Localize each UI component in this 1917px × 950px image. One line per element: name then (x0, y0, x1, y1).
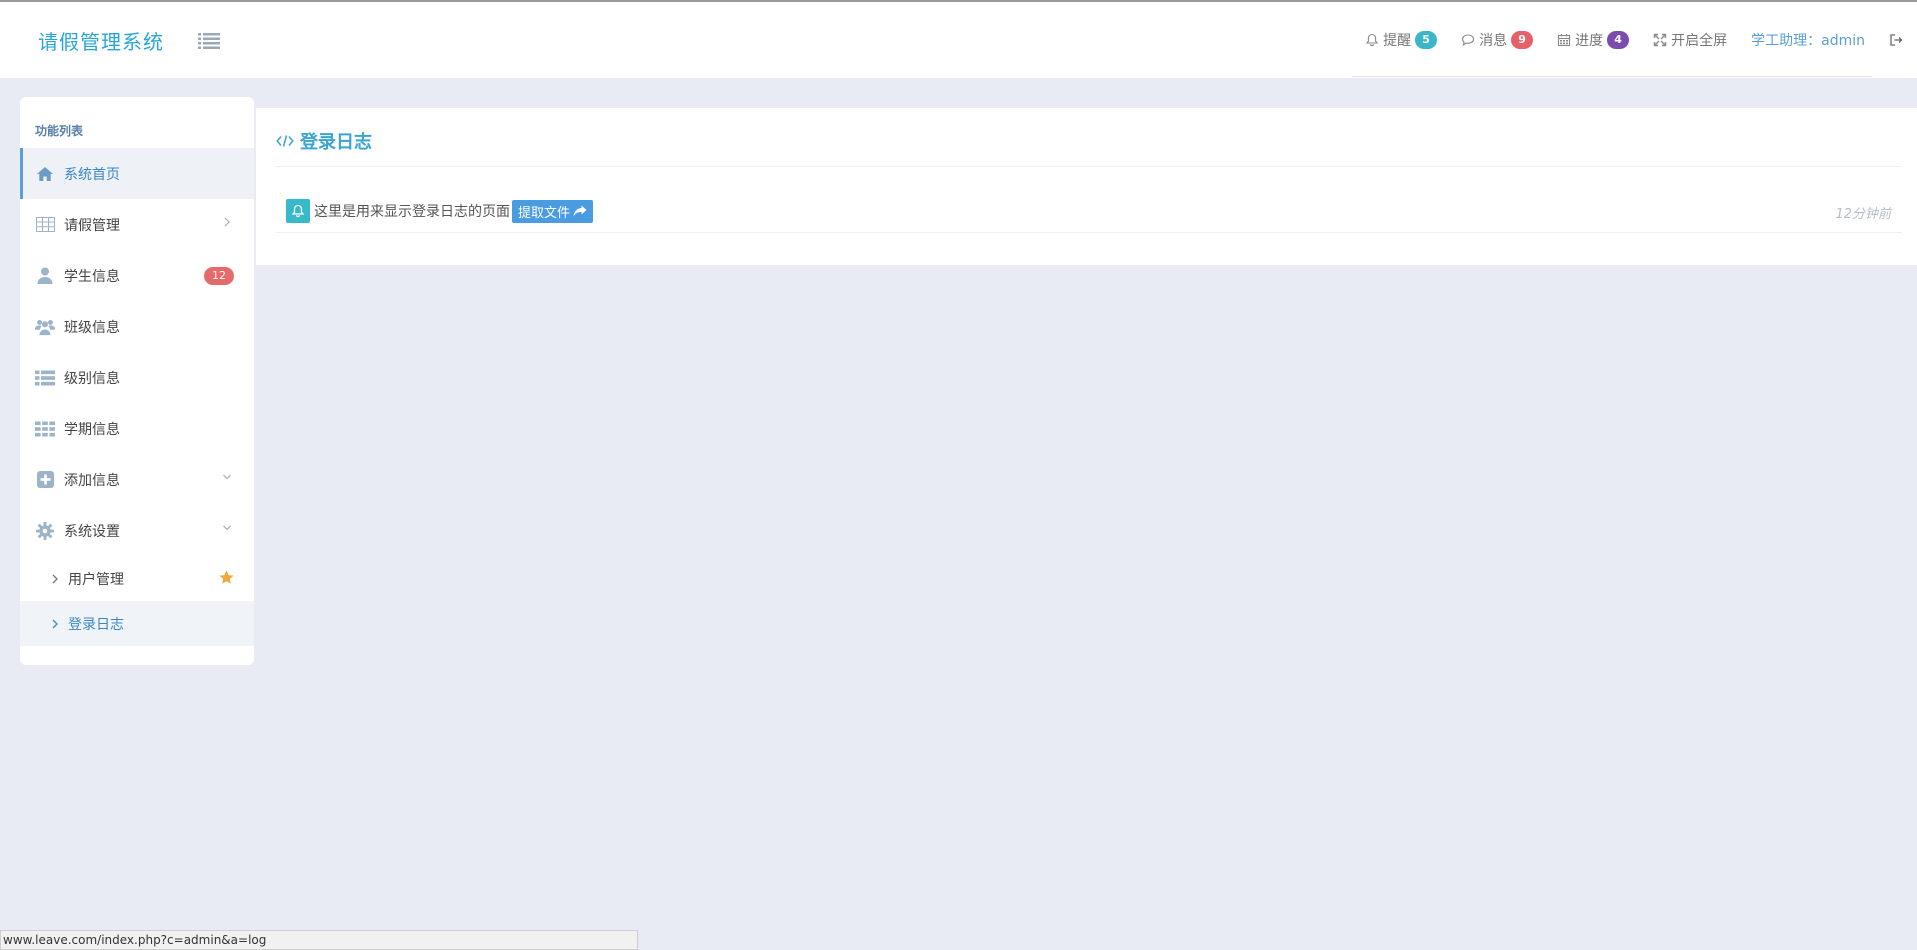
page-title: 登录日志 (276, 128, 372, 154)
progress-count-badge: 4 (1607, 31, 1630, 49)
sidebar-toggle-icon[interactable] (198, 32, 220, 50)
bell-icon (286, 199, 310, 223)
nav-remind[interactable]: 提醒 5 (1365, 30, 1438, 50)
divider (276, 232, 1902, 233)
sidebar-item-label: 级别信息 (64, 370, 120, 387)
share-icon (573, 205, 587, 217)
user-icon (35, 266, 55, 286)
calendar-icon (1558, 34, 1571, 47)
grid-icon (35, 419, 55, 439)
extract-file-button[interactable]: 提取文件 (512, 199, 594, 223)
chevron-right-icon (52, 619, 58, 628)
login-log-panel: 登录日志 这里是用来显示登录日志的页面 提取文件 12分钟前 (256, 108, 1917, 265)
top-navbar: 请假管理系统 提醒 5 消息 9 进度 4 开启全屏 学工助理：admin (0, 2, 1917, 78)
log-timestamp: 12分钟前 (1835, 207, 1891, 222)
log-entry: 这里是用来显示登录日志的页面 提取文件 (286, 198, 594, 224)
app-title[interactable]: 请假管理系统 (38, 26, 164, 55)
gear-icon (35, 521, 55, 541)
sidebar-item-leave-management[interactable]: 请假管理 (20, 199, 254, 250)
sidebar-item-label: 请假管理 (64, 217, 120, 234)
nav-remind-label: 提醒 (1383, 33, 1412, 49)
chevron-right-icon (52, 574, 58, 583)
page-title-text: 登录日志 (300, 132, 372, 153)
sidebar-item-system-settings[interactable]: 系统设置 (20, 505, 254, 556)
navbar-divider (1352, 76, 1872, 77)
sidebar-menu: 系统首页 请假管理 学生信息 12 班级信息 级别信息 学期信息 添加信息 系统… (20, 148, 254, 646)
nav-message-label: 消息 (1479, 33, 1508, 49)
sidebar-item-add-info[interactable]: 添加信息 (20, 454, 254, 505)
star-icon (219, 570, 234, 584)
sidebar-subitem-label: 登录日志 (68, 616, 124, 633)
sidebar-item-label: 系统设置 (64, 523, 120, 540)
list-icon (35, 368, 55, 388)
plus-square-icon (35, 470, 55, 490)
message-count-badge: 9 (1511, 31, 1534, 49)
sidebar-item-student-info[interactable]: 学生信息 12 (20, 250, 254, 301)
sidebar-item-label: 学生信息 (64, 268, 120, 285)
extract-file-label: 提取文件 (518, 205, 571, 221)
nav-progress-label: 进度 (1575, 33, 1604, 49)
chevron-down-icon (223, 474, 231, 480)
code-icon (276, 135, 294, 147)
expand-icon (1653, 33, 1667, 47)
sidebar-item-label: 学期信息 (64, 421, 120, 438)
sidebar-item-semester-info[interactable]: 学期信息 (20, 403, 254, 454)
navbar-right: 提醒 5 消息 9 进度 4 开启全屏 学工助理：admin (1365, 2, 1917, 78)
sidebar-header: 功能列表 (35, 124, 84, 138)
log-entry-text: 这里是用来显示登录日志的页面 (314, 204, 510, 220)
sidebar-item-label: 班级信息 (64, 319, 120, 336)
users-icon (35, 317, 55, 337)
nav-fullscreen[interactable]: 开启全屏 (1653, 30, 1727, 50)
sidebar-item-level-info[interactable]: 级别信息 (20, 352, 254, 403)
sidebar: 功能列表 系统首页 请假管理 学生信息 12 班级信息 级别信息 学期信息 添加… (20, 97, 254, 665)
nav-user-link[interactable]: 学工助理：admin (1751, 30, 1865, 50)
sidebar-item-label: 添加信息 (64, 472, 120, 489)
table-icon (35, 215, 55, 235)
sidebar-subitem-user-management[interactable]: 用户管理 (20, 556, 254, 601)
chevron-right-icon (224, 217, 230, 227)
nav-fullscreen-label: 开启全屏 (1671, 33, 1728, 49)
remind-count-badge: 5 (1415, 31, 1438, 49)
logout-icon[interactable] (1889, 33, 1903, 47)
nav-message[interactable]: 消息 9 (1461, 30, 1534, 50)
sidebar-item-label: 系统首页 (64, 166, 120, 183)
home-icon (35, 164, 55, 184)
comment-icon (1462, 34, 1475, 46)
sidebar-subitem-login-log[interactable]: 登录日志 (20, 601, 254, 646)
sidebar-item-home[interactable]: 系统首页 (20, 148, 254, 199)
nav-progress[interactable]: 进度 4 (1557, 30, 1630, 50)
bell-icon (1366, 33, 1379, 47)
browser-status-url: www.leave.com/index.php?c=admin&a=log (0, 930, 638, 950)
sidebar-item-class-info[interactable]: 班级信息 (20, 301, 254, 352)
chevron-down-icon (223, 525, 231, 531)
student-count-badge: 12 (204, 267, 234, 285)
divider (276, 166, 1902, 167)
sidebar-subitem-label: 用户管理 (68, 571, 124, 588)
